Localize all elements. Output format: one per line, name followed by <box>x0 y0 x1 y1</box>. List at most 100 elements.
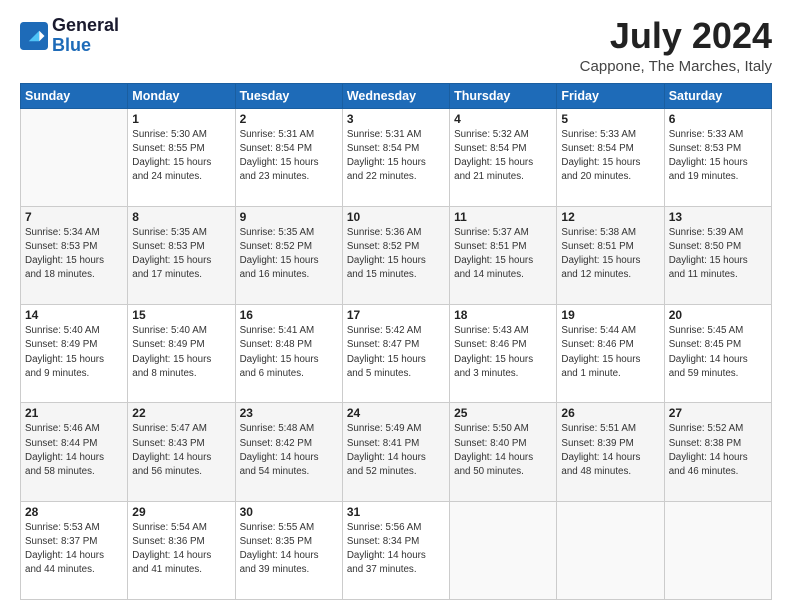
calendar-cell: 8 Sunrise: 5:35 AM Sunset: 8:53 PM Daylig… <box>128 206 235 304</box>
day-info: Sunrise: 5:42 AM Sunset: 8:47 PM Dayligh… <box>347 324 445 381</box>
day-number: 24 <box>347 406 445 420</box>
calendar-cell: 11 Sunrise: 5:37 AM Sunset: 8:51 PM Dayli… <box>450 206 557 304</box>
day-info: Sunrise: 5:44 AM Sunset: 8:46 PM Dayligh… <box>561 324 659 381</box>
col-header-wednesday: Wednesday <box>342 83 449 108</box>
day-info: Sunrise: 5:49 AM Sunset: 8:41 PM Dayligh… <box>347 422 445 479</box>
calendar-week-row: 14 Sunrise: 5:40 AM Sunset: 8:49 PM Dayli… <box>21 305 772 403</box>
day-info: Sunrise: 5:41 AM Sunset: 8:48 PM Dayligh… <box>240 324 338 381</box>
calendar-cell: 26 Sunrise: 5:51 AM Sunset: 8:39 PM Dayli… <box>557 403 664 501</box>
logo-line2: Blue <box>52 36 119 56</box>
calendar-cell: 14Sunrise: 5:40 AM Sunset: 8:49 PM Dayli… <box>21 305 128 403</box>
day-info: Sunrise: 5:51 AM Sunset: 8:39 PM Dayligh… <box>561 422 659 479</box>
calendar-week-row: 7 Sunrise: 5:34 AM Sunset: 8:53 PM Daylig… <box>21 206 772 304</box>
day-number: 28 <box>25 505 123 519</box>
day-number: 7 <box>25 210 123 224</box>
title-block: July 2024 Cappone, The Marches, Italy <box>580 16 772 75</box>
day-info: Sunrise: 5:37 AM Sunset: 8:51 PM Dayligh… <box>454 226 552 283</box>
day-number: 16 <box>240 308 338 322</box>
day-info: Sunrise: 5:32 AM Sunset: 8:54 PM Dayligh… <box>454 128 552 185</box>
calendar-cell: 28Sunrise: 5:53 AM Sunset: 8:37 PM Dayli… <box>21 501 128 599</box>
calendar-cell: 29Sunrise: 5:54 AM Sunset: 8:36 PM Dayli… <box>128 501 235 599</box>
day-number: 15 <box>132 308 230 322</box>
day-info: Sunrise: 5:36 AM Sunset: 8:52 PM Dayligh… <box>347 226 445 283</box>
header: General Blue July 2024 Cappone, The Marc… <box>20 16 772 75</box>
day-info: Sunrise: 5:47 AM Sunset: 8:43 PM Dayligh… <box>132 422 230 479</box>
col-header-tuesday: Tuesday <box>235 83 342 108</box>
calendar-cell: 4 Sunrise: 5:32 AM Sunset: 8:54 PM Daylig… <box>450 108 557 206</box>
day-info: Sunrise: 5:55 AM Sunset: 8:35 PM Dayligh… <box>240 521 338 578</box>
calendar-table: SundayMondayTuesdayWednesdayThursdayFrid… <box>20 83 772 600</box>
day-info: Sunrise: 5:34 AM Sunset: 8:53 PM Dayligh… <box>25 226 123 283</box>
day-number: 9 <box>240 210 338 224</box>
location: Cappone, The Marches, Italy <box>580 58 772 75</box>
day-number: 2 <box>240 112 338 126</box>
calendar-cell: 13 Sunrise: 5:39 AM Sunset: 8:50 PM Dayli… <box>664 206 771 304</box>
calendar-cell <box>557 501 664 599</box>
day-number: 26 <box>561 406 659 420</box>
day-info: Sunrise: 5:52 AM Sunset: 8:38 PM Dayligh… <box>669 422 767 479</box>
day-info: Sunrise: 5:40 AM Sunset: 8:49 PM Dayligh… <box>132 324 230 381</box>
day-number: 20 <box>669 308 767 322</box>
calendar-cell: 22 Sunrise: 5:47 AM Sunset: 8:43 PM Dayli… <box>128 403 235 501</box>
day-info: Sunrise: 5:54 AM Sunset: 8:36 PM Dayligh… <box>132 521 230 578</box>
day-number: 13 <box>669 210 767 224</box>
day-number: 11 <box>454 210 552 224</box>
month-title: July 2024 <box>580 16 772 56</box>
day-number: 14 <box>25 308 123 322</box>
calendar-cell: 21Sunrise: 5:46 AM Sunset: 8:44 PM Dayli… <box>21 403 128 501</box>
calendar-week-row: 1Sunrise: 5:30 AM Sunset: 8:55 PM Daylig… <box>21 108 772 206</box>
day-info: Sunrise: 5:31 AM Sunset: 8:54 PM Dayligh… <box>347 128 445 185</box>
day-number: 19 <box>561 308 659 322</box>
logo-line1: General <box>52 16 119 36</box>
day-info: Sunrise: 5:35 AM Sunset: 8:53 PM Dayligh… <box>132 226 230 283</box>
day-number: 18 <box>454 308 552 322</box>
day-info: Sunrise: 5:33 AM Sunset: 8:53 PM Dayligh… <box>669 128 767 185</box>
calendar-cell: 16 Sunrise: 5:41 AM Sunset: 8:48 PM Dayli… <box>235 305 342 403</box>
day-number: 5 <box>561 112 659 126</box>
calendar-cell <box>664 501 771 599</box>
calendar-cell: 12 Sunrise: 5:38 AM Sunset: 8:51 PM Dayli… <box>557 206 664 304</box>
day-number: 25 <box>454 406 552 420</box>
calendar-cell: 6 Sunrise: 5:33 AM Sunset: 8:53 PM Daylig… <box>664 108 771 206</box>
col-header-friday: Friday <box>557 83 664 108</box>
page: General Blue July 2024 Cappone, The Marc… <box>0 0 792 612</box>
day-number: 23 <box>240 406 338 420</box>
calendar-cell: 17 Sunrise: 5:42 AM Sunset: 8:47 PM Dayli… <box>342 305 449 403</box>
calendar-week-row: 21Sunrise: 5:46 AM Sunset: 8:44 PM Dayli… <box>21 403 772 501</box>
calendar-cell <box>450 501 557 599</box>
col-header-thursday: Thursday <box>450 83 557 108</box>
calendar-cell: 20Sunrise: 5:45 AM Sunset: 8:45 PM Dayli… <box>664 305 771 403</box>
day-info: Sunrise: 5:48 AM Sunset: 8:42 PM Dayligh… <box>240 422 338 479</box>
calendar-week-row: 28Sunrise: 5:53 AM Sunset: 8:37 PM Dayli… <box>21 501 772 599</box>
calendar-cell: 18 Sunrise: 5:43 AM Sunset: 8:46 PM Dayli… <box>450 305 557 403</box>
day-number: 22 <box>132 406 230 420</box>
day-info: Sunrise: 5:56 AM Sunset: 8:34 PM Dayligh… <box>347 521 445 578</box>
calendar-cell: 25 Sunrise: 5:50 AM Sunset: 8:40 PM Dayli… <box>450 403 557 501</box>
calendar-cell: 2Sunrise: 5:31 AM Sunset: 8:54 PM Daylig… <box>235 108 342 206</box>
col-header-monday: Monday <box>128 83 235 108</box>
day-info: Sunrise: 5:35 AM Sunset: 8:52 PM Dayligh… <box>240 226 338 283</box>
day-number: 12 <box>561 210 659 224</box>
col-header-sunday: Sunday <box>21 83 128 108</box>
day-info: Sunrise: 5:33 AM Sunset: 8:54 PM Dayligh… <box>561 128 659 185</box>
logo-icon <box>20 22 48 50</box>
day-info: Sunrise: 5:38 AM Sunset: 8:51 PM Dayligh… <box>561 226 659 283</box>
day-number: 6 <box>669 112 767 126</box>
day-number: 4 <box>454 112 552 126</box>
logo-text: General Blue <box>52 16 119 56</box>
day-number: 17 <box>347 308 445 322</box>
col-header-saturday: Saturday <box>664 83 771 108</box>
day-info: Sunrise: 5:43 AM Sunset: 8:46 PM Dayligh… <box>454 324 552 381</box>
day-info: Sunrise: 5:50 AM Sunset: 8:40 PM Dayligh… <box>454 422 552 479</box>
day-number: 27 <box>669 406 767 420</box>
day-number: 1 <box>132 112 230 126</box>
calendar-cell: 30Sunrise: 5:55 AM Sunset: 8:35 PM Dayli… <box>235 501 342 599</box>
calendar-cell: 15 Sunrise: 5:40 AM Sunset: 8:49 PM Dayli… <box>128 305 235 403</box>
day-number: 8 <box>132 210 230 224</box>
day-number: 10 <box>347 210 445 224</box>
calendar-cell: 23 Sunrise: 5:48 AM Sunset: 8:42 PM Dayli… <box>235 403 342 501</box>
day-number: 31 <box>347 505 445 519</box>
day-number: 21 <box>25 406 123 420</box>
logo: General Blue <box>20 16 119 56</box>
day-info: Sunrise: 5:39 AM Sunset: 8:50 PM Dayligh… <box>669 226 767 283</box>
